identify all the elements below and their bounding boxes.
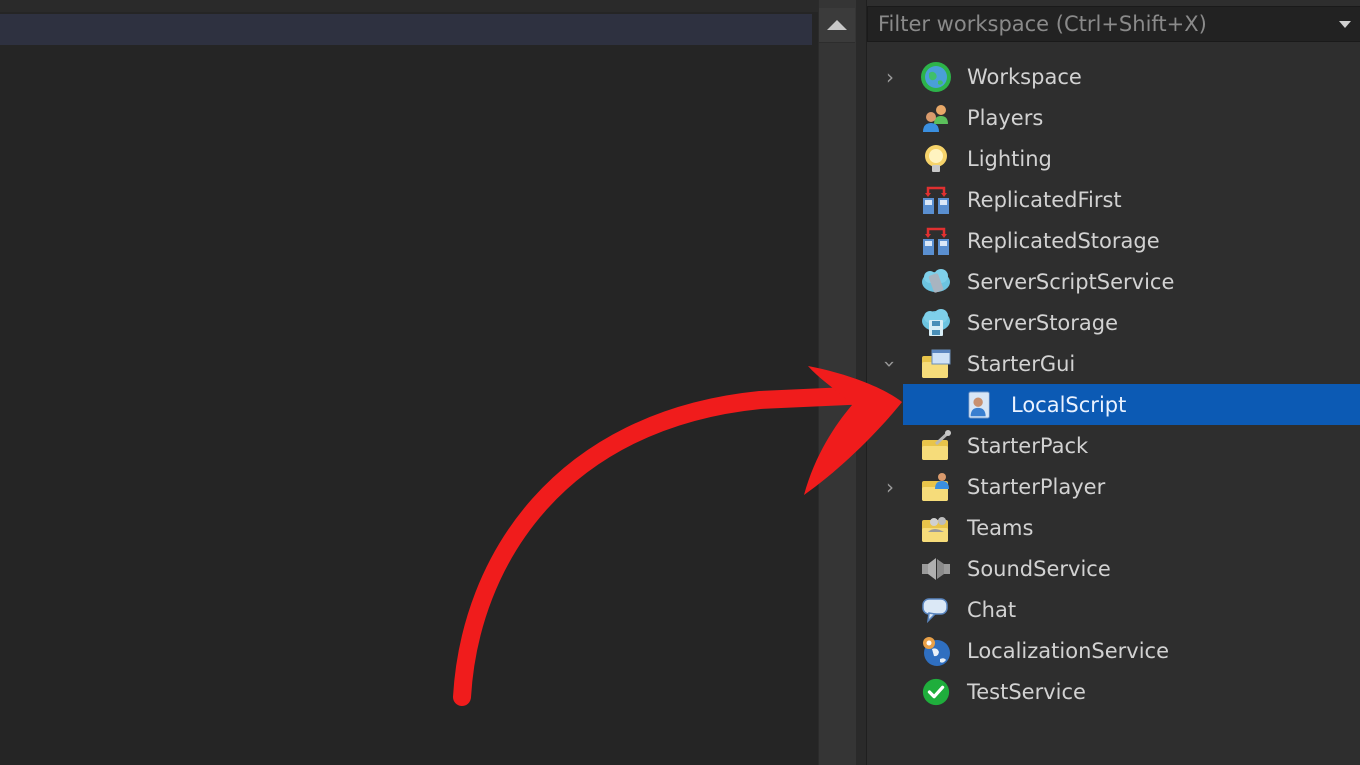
- tree-item-starter-player[interactable]: › StarterPlayer: [867, 466, 1360, 507]
- tree-item-local-script[interactable]: LocalScript: [903, 384, 1360, 425]
- expand-chevron-right-icon[interactable]: ›: [879, 65, 901, 89]
- chat-bubble-icon: [919, 593, 953, 627]
- server-storage-icon: [919, 306, 953, 340]
- tree-item-label: Chat: [967, 597, 1017, 622]
- filter-dropdown-button[interactable]: [1330, 20, 1360, 28]
- tree-item-label: Players: [967, 105, 1044, 130]
- tree-item-label: ReplicatedStorage: [967, 228, 1160, 253]
- expand-chevron-right-icon[interactable]: ›: [879, 475, 901, 499]
- tree-item-starter-pack[interactable]: StarterPack: [867, 425, 1360, 466]
- tree-item-label: LocalScript: [1011, 392, 1127, 417]
- tree-item-starter-gui[interactable]: › StarterGui: [867, 343, 1360, 384]
- teams-folder-icon: [919, 511, 953, 545]
- pane-divider[interactable]: [856, 0, 866, 765]
- speaker-icon: [919, 552, 953, 586]
- tree-item-label: SoundService: [967, 556, 1111, 581]
- lightbulb-icon: [919, 142, 953, 176]
- server-script-service-icon: [919, 265, 953, 299]
- tree-item-label: ReplicatedFirst: [967, 187, 1122, 212]
- checkmark-icon: [919, 675, 953, 709]
- filter-workspace-input[interactable]: [868, 11, 1330, 37]
- replicated-first-icon: [919, 183, 953, 217]
- tree-item-server-storage[interactable]: ServerStorage: [867, 302, 1360, 343]
- tree-item-players[interactable]: Players: [867, 97, 1360, 138]
- editor-selected-line[interactable]: [0, 14, 812, 45]
- starter-player-folder-icon: [919, 470, 953, 504]
- replicated-storage-icon: [919, 224, 953, 258]
- tree-item-label: TestService: [967, 679, 1086, 704]
- tree-item-label: StarterPack: [967, 433, 1089, 458]
- tree-item-sound-service[interactable]: SoundService: [867, 548, 1360, 589]
- tree-item-localization-service[interactable]: LocalizationService: [867, 630, 1360, 671]
- editor-top-bar: [0, 0, 818, 12]
- tree-item-lighting[interactable]: Lighting: [867, 138, 1360, 179]
- expand-chevron-down-icon[interactable]: ›: [878, 353, 902, 375]
- dropdown-arrow-icon: [1339, 20, 1351, 28]
- local-script-icon: [963, 388, 997, 422]
- editor-scrollbar[interactable]: [818, 0, 857, 765]
- scroll-up-button[interactable]: [819, 8, 855, 43]
- tree-item-server-script-service[interactable]: ServerScriptService: [867, 261, 1360, 302]
- workspace-globe-icon: [919, 60, 953, 94]
- explorer-panel: › Workspace Players Lighting Replicated: [866, 0, 1360, 765]
- tree-item-label: StarterGui: [967, 351, 1076, 376]
- tree-item-workspace[interactable]: › Workspace: [867, 56, 1360, 97]
- tree-item-label: LocalizationService: [967, 638, 1169, 663]
- localization-globe-icon: [919, 634, 953, 668]
- script-editor-pane[interactable]: [0, 0, 818, 765]
- tree-item-label: Workspace: [967, 64, 1082, 89]
- players-icon: [919, 101, 953, 135]
- starter-pack-folder-icon: [919, 429, 953, 463]
- tree-item-test-service[interactable]: TestService: [867, 671, 1360, 712]
- filter-workspace-box[interactable]: [867, 6, 1360, 42]
- tree-item-label: StarterPlayer: [967, 474, 1106, 499]
- tree-item-replicated-storage[interactable]: ReplicatedStorage: [867, 220, 1360, 261]
- tree-item-label: ServerScriptService: [967, 269, 1175, 294]
- tree-item-replicated-first[interactable]: ReplicatedFirst: [867, 179, 1360, 220]
- tree-item-chat[interactable]: Chat: [867, 589, 1360, 630]
- triangle-up-icon: [827, 20, 847, 30]
- tree-item-label: Lighting: [967, 146, 1052, 171]
- tree-item-label: ServerStorage: [967, 310, 1119, 335]
- starter-gui-folder-icon: [919, 347, 953, 381]
- explorer-tree: › Workspace Players Lighting ReplicatedF…: [867, 56, 1360, 712]
- tree-item-teams[interactable]: Teams: [867, 507, 1360, 548]
- tree-item-label: Teams: [967, 515, 1034, 540]
